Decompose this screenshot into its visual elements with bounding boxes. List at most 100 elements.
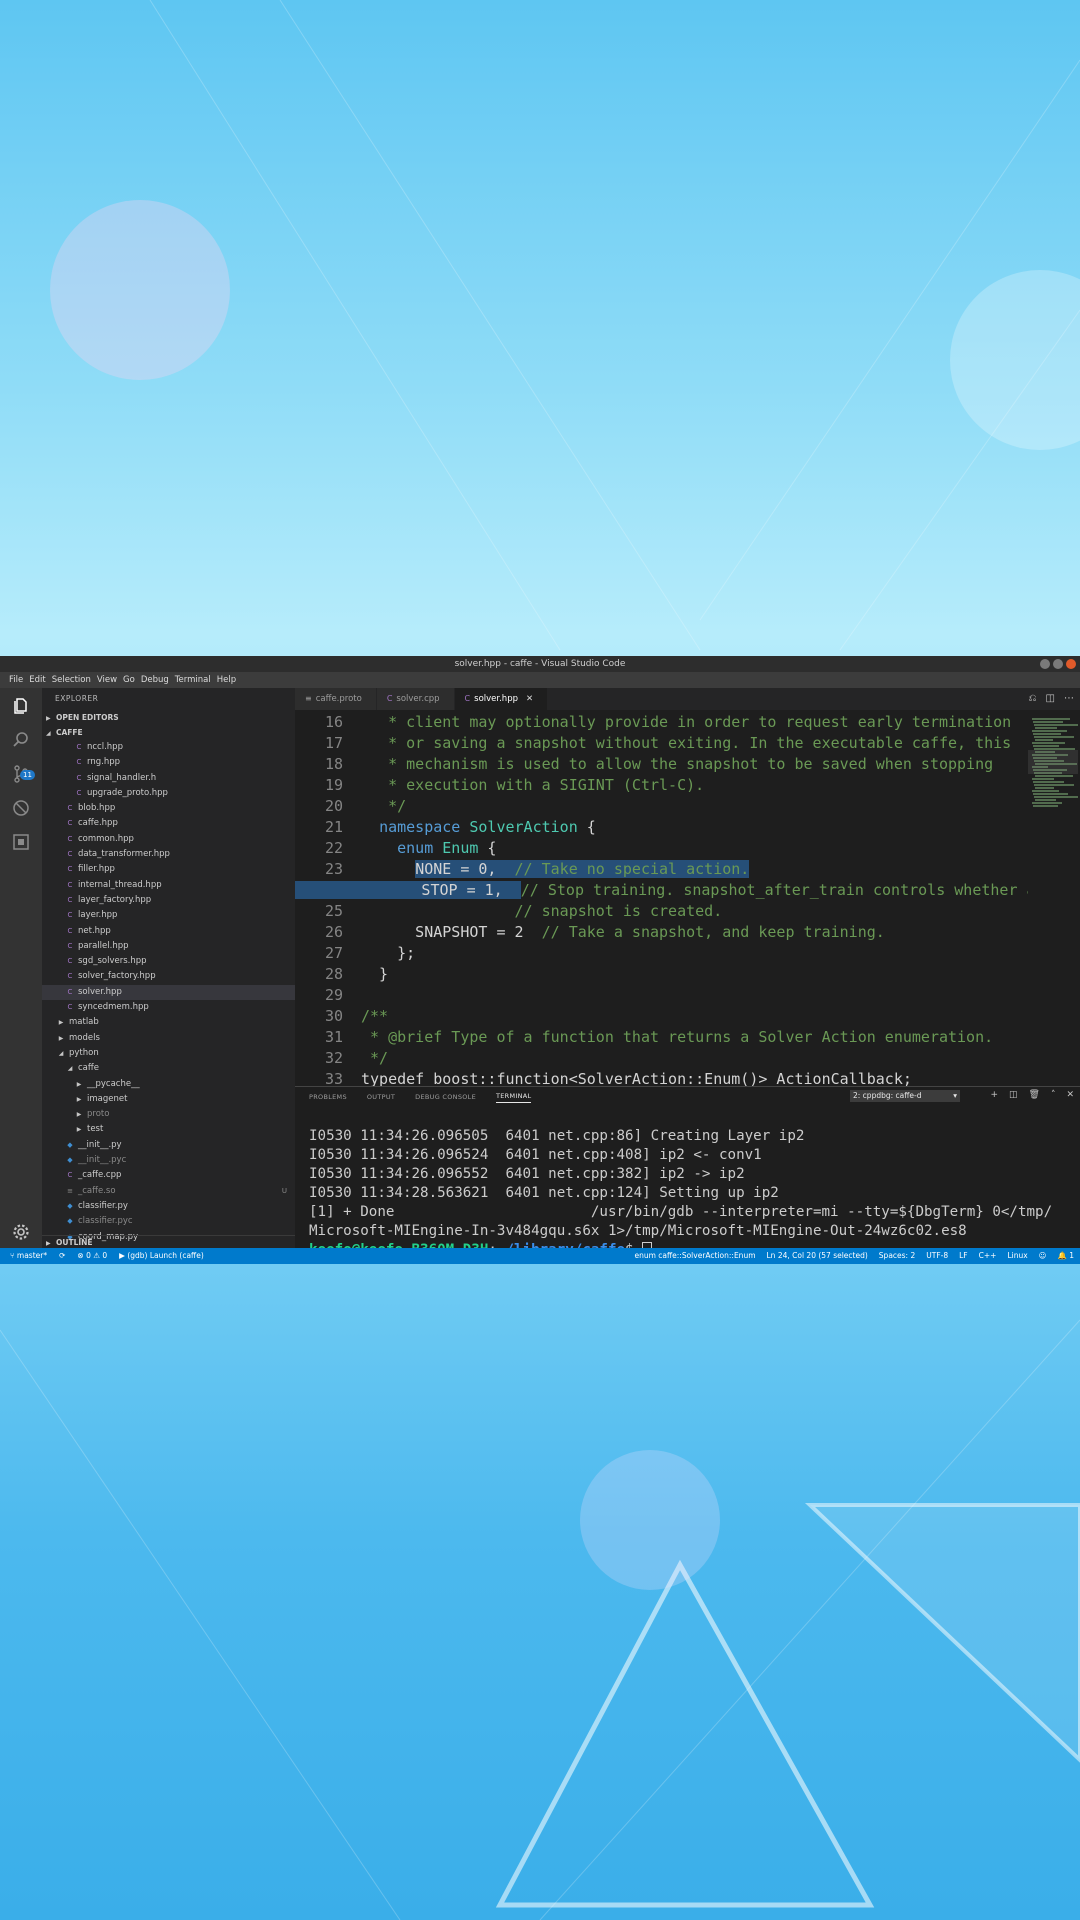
feedback-smiley-icon[interactable]: ☺ (1039, 1248, 1047, 1264)
tree-item[interactable]: ▶ imagenet (42, 1092, 295, 1107)
split-editor-icon[interactable]: ◫ (1046, 693, 1055, 704)
notifications[interactable]: 🔔 1 (1057, 1248, 1074, 1264)
branch-indicator[interactable]: ⑂ master* (10, 1248, 47, 1264)
menu-terminal[interactable]: Terminal (175, 675, 211, 685)
tab-solver-cpp[interactable]: Csolver.cpp (376, 688, 454, 710)
split-terminal-icon[interactable]: ◫ (1009, 1090, 1018, 1100)
cpp-file-icon: C (67, 911, 73, 920)
tab-problems[interactable]: PROBLEMS (309, 1093, 347, 1101)
tab-terminal[interactable]: TERMINAL (496, 1092, 532, 1103)
encoding[interactable]: UTF-8 (926, 1248, 948, 1264)
tree-item[interactable]: Cdata_transformer.hpp (42, 847, 295, 862)
code-token: * mechanism is used to allow the snapsho… (361, 755, 994, 773)
cpp-file-icon: C (67, 1171, 73, 1180)
tree-item[interactable]: ▶ matlab (42, 1015, 295, 1030)
search-icon[interactable] (11, 730, 31, 750)
tree-item[interactable]: ▶ __pycache__ (42, 1077, 295, 1092)
terminal-select[interactable]: 2: cppdbg: caffe-d ▾ (850, 1090, 960, 1102)
tree-item[interactable]: ◆ __init__.pyc (42, 1153, 295, 1168)
tree-item[interactable]: Csyncedmem.hpp (42, 1000, 295, 1015)
menu-selection[interactable]: Selection (52, 675, 91, 685)
minimap-line (1035, 727, 1057, 729)
outline-section[interactable]: ▶ OUTLINE (42, 1235, 295, 1248)
close-panel-icon[interactable]: ✕ (1066, 1090, 1074, 1100)
caffe-root-section[interactable]: ◢ CAFFE (42, 725, 295, 740)
tab-debug-console[interactable]: DEBUG CONSOLE (415, 1093, 476, 1101)
minimap-viewport[interactable] (1028, 750, 1078, 774)
os-indicator[interactable]: Linux (1007, 1248, 1027, 1264)
indentation[interactable]: Spaces: 2 (879, 1248, 915, 1264)
tree-item[interactable]: Clayer.hpp (42, 908, 295, 923)
tree-item[interactable]: Csolver.hpp (42, 984, 295, 1001)
tab-solver-hpp[interactable]: Csolver.hpp ✕ (454, 688, 548, 710)
open-changes-icon[interactable]: ⎌ (1029, 693, 1037, 704)
code-token: // snapshot is created. (361, 902, 723, 920)
more-actions-icon[interactable]: ⋯ (1064, 693, 1074, 704)
tree-item-label: proto (87, 1109, 110, 1120)
tree-item[interactable]: Cinternal_thread.hpp (42, 878, 295, 893)
menu-file[interactable]: File (9, 675, 23, 685)
close-window-button[interactable] (1066, 659, 1076, 669)
tree-item[interactable]: Cfiller.hpp (42, 862, 295, 877)
tree-item[interactable]: Csolver_factory.hpp (42, 969, 295, 984)
close-tab-icon[interactable]: ✕ (526, 694, 533, 704)
minimap-line (1032, 778, 1054, 780)
minimap[interactable] (1028, 710, 1078, 1086)
sync-icon[interactable]: ⟳ (59, 1248, 65, 1264)
menu-go[interactable]: Go (123, 675, 135, 685)
end-of-line[interactable]: LF (959, 1248, 968, 1264)
tree-item[interactable]: C _caffe.cpp (42, 1168, 295, 1183)
minimap-line (1033, 805, 1058, 807)
new-terminal-icon[interactable]: + (990, 1090, 998, 1100)
debug-launch[interactable]: ▶ (gdb) Launch (caffe) (119, 1248, 204, 1264)
maximize-button[interactable] (1053, 659, 1063, 669)
menu-debug[interactable]: Debug (141, 675, 169, 685)
tree-item[interactable]: ◆ classifier.pyc (42, 1214, 295, 1229)
minimap-line (1033, 733, 1061, 735)
tree-item[interactable]: Csignal_handler.h (42, 771, 295, 786)
tree-item[interactable]: ▶ models (42, 1031, 295, 1046)
menu-help[interactable]: Help (217, 675, 236, 685)
tree-item[interactable]: Cnet.hpp (42, 924, 295, 939)
code-text: * or saving a snapshot without exiting. … (361, 733, 1011, 754)
tree-item[interactable]: Ccaffe.hpp (42, 816, 295, 831)
terminal-output[interactable]: I0530 11:34:26.096505 6401 net.cpp:86] C… (309, 1127, 1080, 1260)
tree-item[interactable]: ▶ test (42, 1122, 295, 1137)
settings-gear-icon[interactable] (11, 1222, 31, 1242)
line-number: 28 (324, 965, 343, 983)
tab-output[interactable]: OUTPUT (367, 1093, 395, 1101)
tree-item[interactable]: Csgd_solvers.hpp (42, 954, 295, 969)
tree-item[interactable]: ◢ caffe (42, 1061, 295, 1076)
tree-item[interactable]: Cupgrade_proto.hpp (42, 786, 295, 801)
current-symbol[interactable]: enum caffe::SolverAction::Enum (634, 1248, 755, 1264)
minimize-button[interactable] (1040, 659, 1050, 669)
code-editor[interactable]: 16 * client may optionally provide in or… (295, 710, 1028, 1086)
cursor-position[interactable]: Ln 24, Col 20 (57 selected) (767, 1248, 868, 1264)
menu-edit[interactable]: Edit (29, 675, 45, 685)
tab-caffe-proto[interactable]: ≡ caffe.proto (295, 688, 376, 710)
problems-indicator[interactable]: ⊗ 0 ⚠ 0 (77, 1248, 107, 1264)
open-editors-section[interactable]: ▶ OPEN EDITORS (42, 710, 295, 725)
language-mode[interactable]: C++ (979, 1248, 997, 1264)
maximize-panel-icon[interactable]: ˄ (1051, 1090, 1056, 1100)
tree-item[interactable]: Cblob.hpp (42, 801, 295, 816)
menu-view[interactable]: View (97, 675, 117, 685)
tree-item[interactable]: ◆ classifier.py (42, 1199, 295, 1214)
explorer-icon[interactable] (11, 696, 31, 716)
tree-item[interactable]: ◆ __init__.py (42, 1138, 295, 1153)
tree-item[interactable]: Ccommon.hpp (42, 832, 295, 847)
line-number: 31 (324, 1028, 343, 1046)
tree-item[interactable]: ▶ proto (42, 1107, 295, 1122)
extensions-icon[interactable] (11, 832, 31, 852)
tree-item[interactable]: ≡ _caffe.so U (42, 1184, 295, 1199)
tree-item[interactable]: Crng.hpp (42, 755, 295, 770)
tree-item[interactable]: Cnccl.hpp (42, 740, 295, 755)
tree-item[interactable]: Clayer_factory.hpp (42, 893, 295, 908)
chevron-right-icon: ▶ (58, 1034, 64, 1042)
activity-bar: 11 (0, 688, 42, 1248)
tree-item[interactable]: ◢ python (42, 1046, 295, 1061)
debug-icon[interactable] (11, 798, 31, 818)
trash-icon[interactable]: 🗑 (1029, 1090, 1040, 1100)
tree-item[interactable]: Cparallel.hpp (42, 939, 295, 954)
